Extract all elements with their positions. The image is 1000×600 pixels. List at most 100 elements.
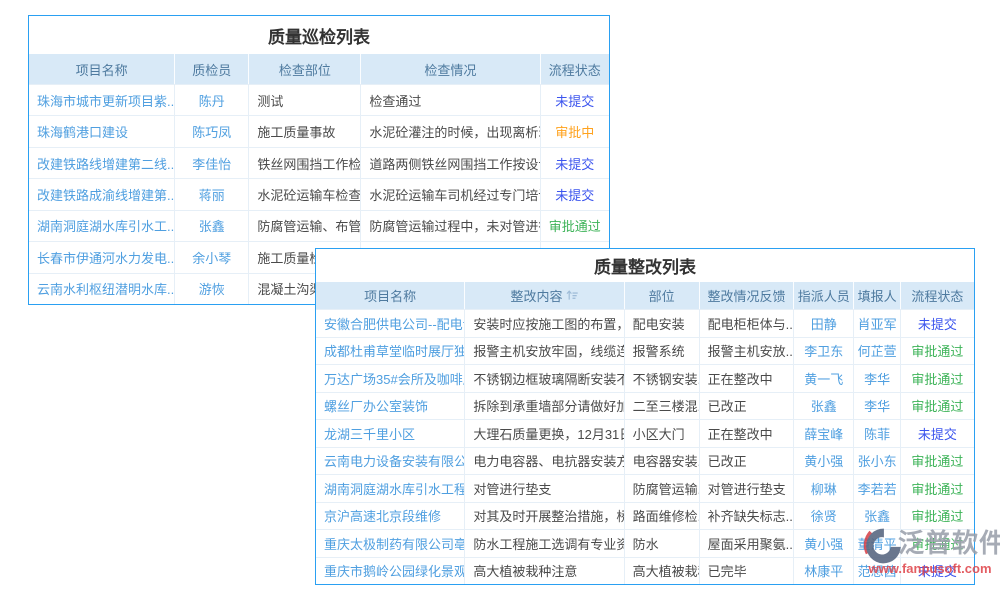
project-name-link[interactable]: 改建铁路成渝线增建第... <box>29 179 175 209</box>
cell-part: 高大植被栽种 <box>625 558 700 585</box>
person-link[interactable]: 陈巧凤 <box>175 116 249 146</box>
fanpu-brand-name: 泛普软件 <box>898 521 1000 565</box>
cell-rectify-content: 安装时应按施工图的布置，将... <box>465 310 624 337</box>
project-name-link[interactable]: 湖南洞庭湖水库引水工... <box>29 211 175 241</box>
project-name-link[interactable]: 安徽合肥供电公司--配电设备... <box>316 310 465 337</box>
person-link[interactable]: 黄一飞 <box>794 365 854 392</box>
cell-rectify-feedback: 已改正 <box>700 448 795 475</box>
cell-rectify-content: 报警主机安放牢固，线缆连接... <box>465 338 624 365</box>
project-name-link[interactable]: 云南电力设备安装有限公司20... <box>316 448 465 475</box>
cell-part: 不锈钢安装... <box>625 365 700 392</box>
person-link[interactable]: 蒋丽 <box>175 179 249 209</box>
status-badge: 审批中 <box>541 116 609 146</box>
header-label: 质检员 <box>192 60 231 79</box>
table-row: 安徽合肥供电公司--配电设备...安装时应按施工图的布置，将...配电安装配电柜… <box>316 309 974 337</box>
table-row: 湖南洞庭湖水库引水工程施工I标对管进行垫支防腐管运输...对管进行垫支柳琳李若若… <box>316 474 974 502</box>
person-link[interactable]: 林康平 <box>794 558 854 585</box>
person-link[interactable]: 黄小强 <box>794 448 854 475</box>
person-link[interactable]: 肖亚军 <box>854 310 901 337</box>
table-row: 万达广场35#会所及咖啡厅空...不锈钢边框玻璃隔断安装不牢...不锈钢安装..… <box>316 364 974 392</box>
cell-inspected-part: 防腐管运输、布管 <box>249 211 361 241</box>
cell-rectify-content: 防水工程施工选调有专业资质... <box>465 530 624 557</box>
cell-inspection-result: 道路两侧铁丝网围挡工作按设计... <box>361 148 540 178</box>
cell-rectify-content: 高大植被栽种注意 <box>465 558 624 585</box>
project-name-link[interactable]: 湖南洞庭湖水库引水工程施工I标 <box>316 475 465 502</box>
cell-inspection-result: 水泥砼灌注的时候，出现离析现象 <box>361 116 540 146</box>
project-name-link[interactable]: 重庆市鹅岭公园绿化景观提升... <box>316 558 465 585</box>
person-link[interactable]: 张鑫 <box>794 393 854 420</box>
cell-rectify-feedback: 正在整改中 <box>700 420 795 447</box>
status-badge: 审批通过 <box>901 393 974 420</box>
person-link[interactable]: 李华 <box>854 365 901 392</box>
cell-part: 二至三楼混... <box>625 393 700 420</box>
table-row: 云南电力设备安装有限公司20...电力电容器、电抗器安装方案,...电容器安装.… <box>316 447 974 475</box>
cell-inspected-part: 测试 <box>249 85 361 115</box>
project-name-link[interactable]: 京沪高速北京段维修 <box>316 503 465 530</box>
header-label: 流程状态 <box>549 60 601 79</box>
header-label: 检查情况 <box>424 60 476 79</box>
cell-part: 小区大门 <box>625 420 700 447</box>
project-name-link[interactable]: 珠海市城市更新项目紫... <box>29 85 175 115</box>
person-link[interactable]: 陈丹 <box>175 85 249 115</box>
cell-part: 防腐管运输... <box>625 475 700 502</box>
project-name-link[interactable]: 万达广场35#会所及咖啡厅空... <box>316 365 465 392</box>
project-name-link[interactable]: 成都杜甫草堂临时展厅独立展... <box>316 338 465 365</box>
person-link[interactable]: 李华 <box>854 393 901 420</box>
person-link[interactable]: 余小琴 <box>175 242 249 272</box>
table-row: 龙湖三千里小区大理石质量更换，12月31日之...小区大门正在整改中薛宝峰陈菲未… <box>316 419 974 447</box>
cell-rectify-content: 拆除到承重墙部分请做好加固... <box>465 393 624 420</box>
cell-part: 配电安装 <box>625 310 700 337</box>
header-col-workflow-status: 流程状态 <box>901 282 974 309</box>
project-name-link[interactable]: 云南水利枢纽潜明水库... <box>29 274 175 304</box>
project-name-link[interactable]: 重庆太极制药有限公司亳州中... <box>316 530 465 557</box>
person-link[interactable]: 薛宝峰 <box>794 420 854 447</box>
fanpu-watermark: 泛普软件 www.fanpusoft.com <box>860 521 1000 576</box>
person-link[interactable]: 李卫东 <box>794 338 854 365</box>
table-row: 改建铁路线增建第二线...李佳怡铁丝网围挡工作检查道路两侧铁丝网围挡工作按设计.… <box>29 147 609 178</box>
cell-rectify-feedback: 配电柜柜体与... <box>700 310 795 337</box>
project-name-link[interactable]: 改建铁路线增建第二线... <box>29 148 175 178</box>
person-link[interactable]: 陈菲 <box>854 420 901 447</box>
cell-inspection-result: 水泥砼运输车司机经过专门培训... <box>361 179 540 209</box>
project-name-link[interactable]: 龙湖三千里小区 <box>316 420 465 447</box>
person-link[interactable]: 张小东 <box>854 448 901 475</box>
header-col-project-name: 项目名称 <box>29 54 175 84</box>
header-label: 部位 <box>649 286 675 305</box>
person-link[interactable]: 游恢 <box>175 274 249 304</box>
inspection-table-header: 项目名称质检员 检查部位 检查情况 流程状态 <box>29 54 609 84</box>
status-badge: 审批通过 <box>901 448 974 475</box>
person-link[interactable]: 李佳怡 <box>175 148 249 178</box>
rectification-table-header: 项目名称整改内容部位整改情况反馈指派人员填报人流程状态 <box>316 282 974 309</box>
header-col-inspection-result: 检查情况 <box>361 54 540 84</box>
cell-rectify-feedback: 补齐缺失标志... <box>700 503 795 530</box>
project-name-link[interactable]: 珠海鹤港口建设 <box>29 116 175 146</box>
header-col-part: 部位 <box>625 282 700 309</box>
status-badge: 未提交 <box>901 310 974 337</box>
header-col-rectify-content[interactable]: 整改内容 <box>465 282 624 309</box>
cell-rectify-feedback: 正在整改中 <box>700 365 795 392</box>
header-col-reporter: 填报人 <box>854 282 901 309</box>
header-label: 检查部位 <box>279 60 331 79</box>
sort-icon[interactable] <box>566 290 578 301</box>
person-link[interactable]: 黄小强 <box>794 530 854 557</box>
header-col-assignee: 指派人员 <box>794 282 854 309</box>
project-name-link[interactable]: 长春市伊通河水力发电... <box>29 242 175 272</box>
header-col-workflow-status: 流程状态 <box>541 54 609 84</box>
person-link[interactable]: 张鑫 <box>175 211 249 241</box>
person-link[interactable]: 柳琳 <box>794 475 854 502</box>
table-row: 珠海市城市更新项目紫...陈丹测试检查通过未提交 <box>29 84 609 115</box>
status-badge: 审批通过 <box>541 211 609 241</box>
person-link[interactable]: 李若若 <box>854 475 901 502</box>
rectification-table-title: 质量整改列表 <box>316 249 974 282</box>
header-label: 指派人员 <box>798 286 850 305</box>
cell-inspected-part: 水泥砼运输车检查 <box>249 179 361 209</box>
project-name-link[interactable]: 螺丝厂办公室装饰 <box>316 393 465 420</box>
person-link[interactable]: 何芷萱 <box>854 338 901 365</box>
cell-rectify-feedback: 已改正 <box>700 393 795 420</box>
cell-rectify-content: 大理石质量更换，12月31日之... <box>465 420 624 447</box>
cell-rectify-content: 对管进行垫支 <box>465 475 624 502</box>
cell-rectify-feedback: 已完毕 <box>700 558 795 585</box>
person-link[interactable]: 田静 <box>794 310 854 337</box>
person-link[interactable]: 徐贤 <box>794 503 854 530</box>
cell-inspected-part: 施工质量事故 <box>249 116 361 146</box>
